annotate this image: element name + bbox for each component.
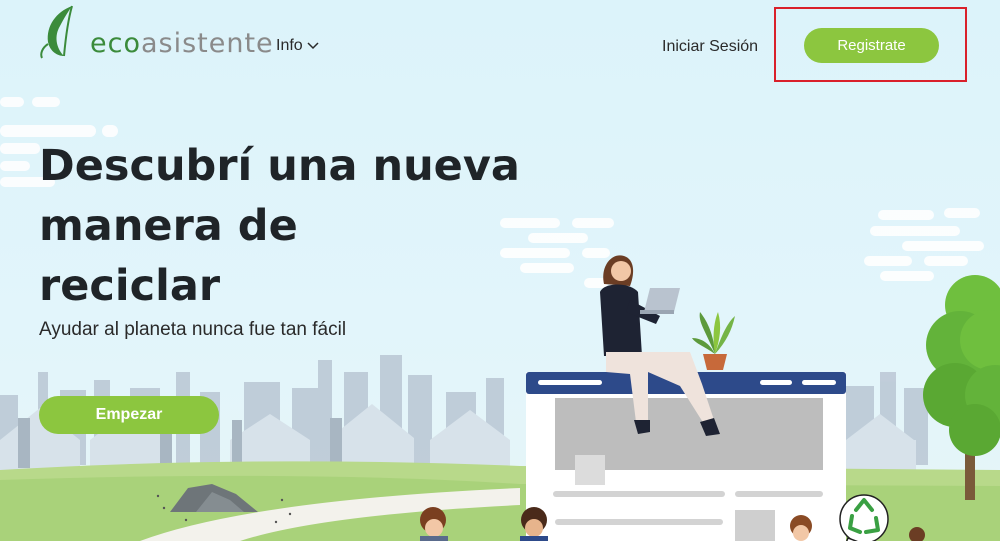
- nav-info-label: Info: [276, 37, 303, 54]
- logo-wordmark: ecoasistente: [90, 28, 274, 59]
- recycle-icon: [839, 494, 889, 541]
- chevron-down-icon: [307, 42, 319, 50]
- hero-subtitle: Ayudar al planeta nunca fue tan fácil: [39, 319, 347, 340]
- hero-title-line: manera de: [39, 201, 298, 251]
- logo[interactable]: ecoasistente: [38, 4, 273, 60]
- register-button[interactable]: Registrate: [804, 28, 939, 63]
- hero-title-line: reciclar: [39, 261, 221, 311]
- landing-page: ecoasistente Info Iniciar Sesión Registr…: [0, 0, 1000, 541]
- laptop-icon: [640, 288, 680, 314]
- nav-info-dropdown[interactable]: Info: [276, 37, 319, 55]
- tree-icon: [923, 275, 1000, 500]
- start-button[interactable]: Empezar: [39, 396, 219, 434]
- plant-icon: [692, 312, 735, 370]
- login-link[interactable]: Iniciar Sesión: [662, 38, 758, 56]
- hero-title-line: Descubrí una nueva: [39, 141, 520, 191]
- hero-title: Descubrí una nueva manera de reciclar: [39, 136, 539, 316]
